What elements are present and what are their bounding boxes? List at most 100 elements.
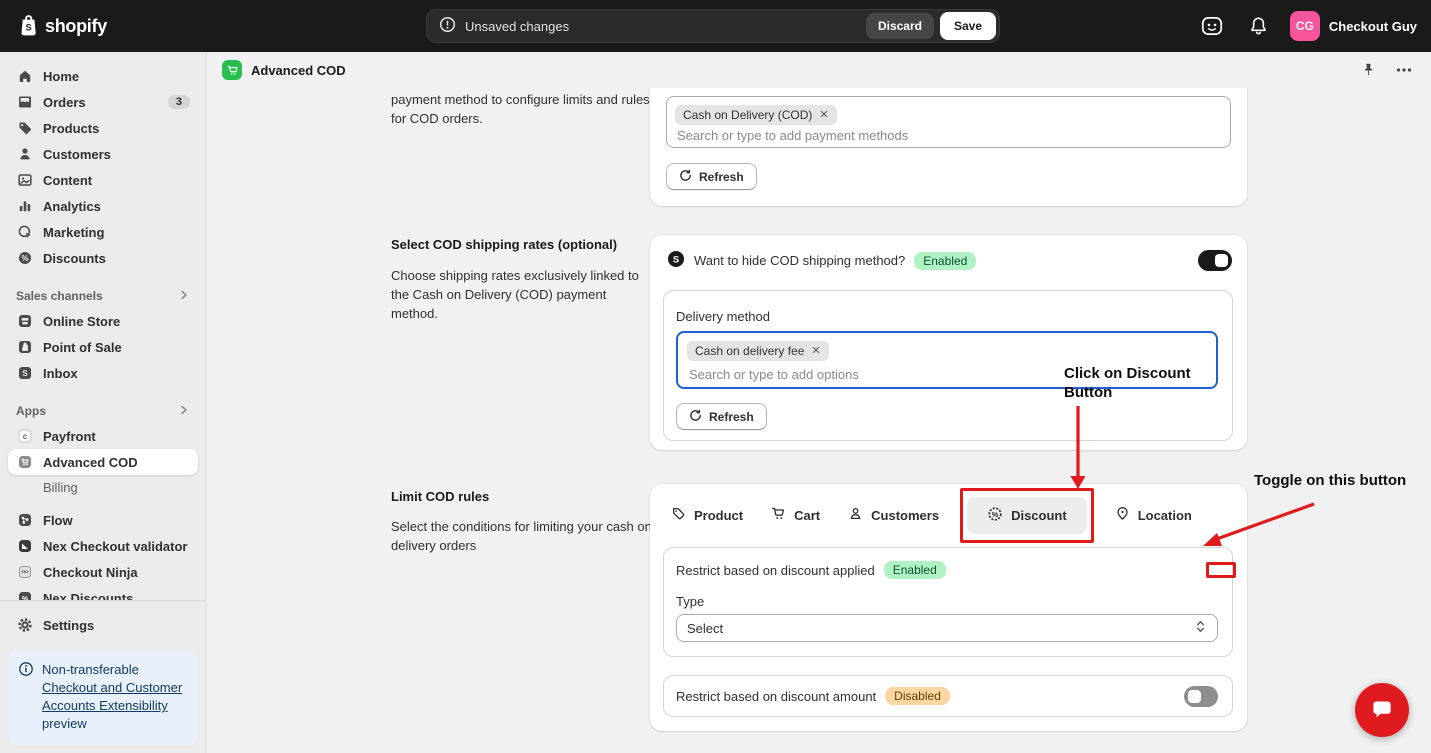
image-icon [16,172,33,188]
sidebar-item-label: Online Store [43,314,120,329]
svg-text:c: c [22,432,27,441]
sidebar-item-analytics[interactable]: Analytics [8,193,198,219]
sidebar-item-label: Discounts [43,251,106,266]
person-icon [848,506,863,524]
hide-cod-shipping-toggle[interactable] [1198,250,1232,271]
chat-widget-button[interactable] [1355,683,1409,737]
extensibility-notice: Non-transferable Checkout and Customer A… [8,651,198,745]
sidebar-item-billing[interactable]: Billing [8,475,198,500]
tag-icon [671,506,686,524]
sidebar-item-nex-checkout-validator[interactable]: Nex Checkout validator [8,533,198,559]
tab-label: Discount [1011,508,1067,523]
refresh-button[interactable]: Refresh [666,163,757,190]
tab-discount[interactable]: % Discount [967,497,1087,534]
refresh-label: Refresh [709,410,754,424]
notice-suffix: preview [42,716,87,731]
alert-icon [439,16,456,36]
nex-checkout-validator-app-icon [16,538,33,554]
sidebar-item-flow[interactable]: Flow [8,507,198,533]
svg-text:%: % [992,509,999,518]
discard-button[interactable]: Discard [866,13,934,39]
refresh-button[interactable]: Refresh [676,403,767,430]
bar-chart-icon [16,198,33,214]
remove-tag-icon[interactable] [811,346,820,357]
delivery-method-placeholder: Search or type to add options [689,367,859,382]
sidebar-item-settings[interactable]: Settings [8,612,198,638]
point-of-sale-icon [16,339,33,355]
topbar: S shopify Unsaved changes Discard Save C… [0,0,1431,52]
sidebar-item-content[interactable]: Content [8,167,198,193]
shipping-method-card: S Want to hide COD shipping method? Enab… [650,235,1247,450]
topbar-actions: CG Checkout Guy [1197,11,1417,41]
type-label: Type [676,594,704,609]
sidebar-item-orders[interactable]: Orders 3 [8,89,198,115]
remove-tag-icon[interactable] [819,110,828,121]
limit-cod-rules-card: Product Cart Customers % Discount [650,484,1247,731]
inbox-icon: S [16,365,33,381]
tab-label: Customers [871,508,939,523]
discount-amount-box: Restrict based on discount amount Disabl… [663,675,1233,717]
sidebar-item-payfront[interactable]: c Payfront [8,423,198,449]
tab-cart[interactable]: Cart [771,506,820,524]
user-name: Checkout Guy [1329,19,1417,34]
unsaved-changes-bar: Unsaved changes Discard Save [426,9,1000,43]
payment-methods-input[interactable]: Cash on Delivery (COD) Search or type to… [666,96,1231,148]
shopify-s-icon: S [667,250,685,271]
checkout-ninja-app-icon [16,564,33,580]
shopify-logo[interactable]: S shopify [16,13,107,40]
tag-label: Cash on delivery fee [695,344,804,358]
selected-delivery-method-tag: Cash on delivery fee [687,341,829,361]
discount-type-select[interactable]: Select [676,614,1218,642]
tab-label: Cart [794,508,820,523]
svg-text:S: S [26,23,32,33]
sidebar-item-label: Inbox [43,366,78,381]
sidebar-item-label: Customers [43,147,111,162]
apps-header[interactable]: Apps [8,399,198,423]
avatar[interactable]: CG [1290,11,1320,41]
save-button[interactable]: Save [940,12,996,40]
tab-label: Product [694,508,743,523]
sales-channels-header[interactable]: Sales channels [8,284,198,308]
select-value: Select [687,621,723,636]
extensibility-preview-link[interactable]: Checkout and Customer Accounts Extensibi… [42,680,182,713]
pin-icon[interactable] [1359,60,1378,80]
more-options-icon[interactable] [1394,65,1414,75]
brand-name: shopify [45,16,107,37]
sidebar-item-label: Settings [43,618,94,633]
chat-bubble-icon [1369,696,1395,725]
tab-product[interactable]: Product [671,506,743,524]
sidebar-item-point-of-sale[interactable]: Point of Sale [8,334,198,360]
restrict-discount-amount-toggle[interactable] [1184,686,1218,707]
sidebar-item-inbox[interactable]: S Inbox [8,360,198,386]
sidebar-item-online-store[interactable]: Online Store [8,308,198,334]
sidebar-item-discounts[interactable]: % Discounts [8,245,198,271]
sidebar-item-advanced-cod[interactable]: Advanced COD [8,449,198,475]
svg-text:S: S [673,255,679,266]
sidekick-icon[interactable] [1197,11,1227,41]
sidebar-item-label: Content [43,173,92,188]
enabled-badge: Enabled [914,252,976,270]
svg-text:%: % [21,254,28,263]
sidebar-item-marketing[interactable]: Marketing [8,219,198,245]
sidebar: Home Orders 3 Products Customers Content [0,52,207,753]
sidebar-item-label: Checkout Ninja [43,565,138,580]
advanced-cod-app-icon [16,454,33,470]
disabled-badge: Disabled [885,687,950,705]
payment-method-description: payment method to configure limits and r… [391,90,653,128]
user-menu[interactable]: CG Checkout Guy [1290,11,1417,41]
delivery-method-label: Delivery method [676,309,770,324]
payment-methods-card: Cash on Delivery (COD) Search or type to… [650,88,1247,206]
sidebar-item-nex-discounts[interactable]: % Nex Discounts [8,585,198,600]
discount-icon: % [16,250,33,266]
annotation-toggle-note: Toggle on this button [1254,471,1406,490]
tab-customers[interactable]: Customers [848,506,939,524]
sidebar-item-products[interactable]: Products [8,115,198,141]
sidebar-item-label: Nex Discounts [43,591,133,601]
sidebar-item-customers[interactable]: Customers [8,141,198,167]
header-actions [1359,60,1414,80]
advanced-cod-title-icon [222,60,242,80]
tab-location[interactable]: Location [1115,506,1192,524]
notifications-bell-icon[interactable] [1247,14,1270,38]
sidebar-item-home[interactable]: Home [8,63,198,89]
sidebar-item-checkout-ninja[interactable]: Checkout Ninja [8,559,198,585]
